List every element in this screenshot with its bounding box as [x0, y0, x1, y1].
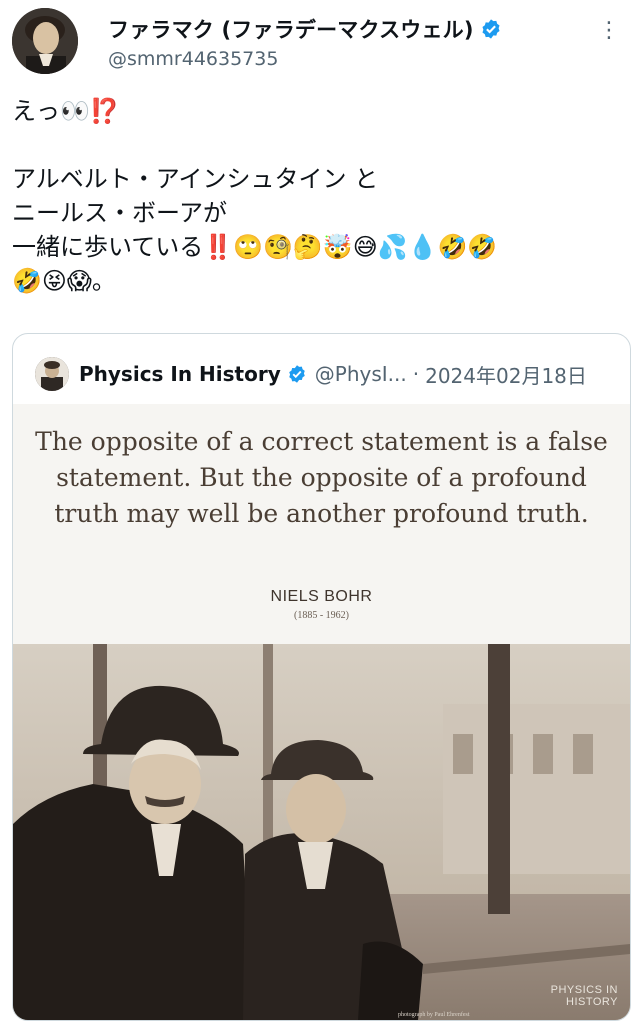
- quoted-author-name: Physics In History: [79, 362, 281, 386]
- quoted-media-image[interactable]: The opposite of a correct statement is a…: [13, 404, 630, 1020]
- quoted-date: 2024年02月18日: [425, 363, 587, 388]
- author-avatar[interactable]: [12, 8, 78, 74]
- bohr-quote-text: The opposite of a correct statement is a…: [35, 427, 608, 528]
- more-options-icon[interactable]: ⋮: [598, 18, 621, 43]
- einstein-bohr-photo: [13, 644, 630, 1020]
- tweet-header: ファラマク (ファラデーマクスウェル) @smmr44635735 ⋮: [12, 8, 623, 78]
- quoted-author-handle: @PhysI...: [314, 362, 407, 386]
- quoted-tweet-card[interactable]: Physics In History @PhysI... · 2024年02月1…: [12, 333, 631, 1021]
- tweet-text: えっ👀⁉️ アルベルト・アインシュタイン と ニールス・ボーアが 一緒に歩いてい…: [12, 97, 498, 295]
- verified-badge-icon: [482, 19, 500, 39]
- author-display-name[interactable]: ファラマク (ファラデーマクスウェル): [108, 14, 474, 44]
- quoted-author-avatar: [35, 357, 69, 391]
- photo-credit: photograph by Paul Ehrenfest: [398, 1012, 470, 1018]
- physics-in-history-watermark: PHYSICS IN HISTORY: [550, 984, 618, 1008]
- quoted-verified-badge-icon: [289, 365, 305, 383]
- quote-author-years: (1885 - 1962): [294, 610, 349, 621]
- author-handle[interactable]: @smmr44635735: [108, 48, 593, 70]
- quoted-tweet-header: Physics In History @PhysI... · 2024年02月1…: [35, 354, 614, 394]
- quoted-separator: ·: [412, 362, 420, 386]
- quote-author: NIELS BOHR: [270, 588, 373, 605]
